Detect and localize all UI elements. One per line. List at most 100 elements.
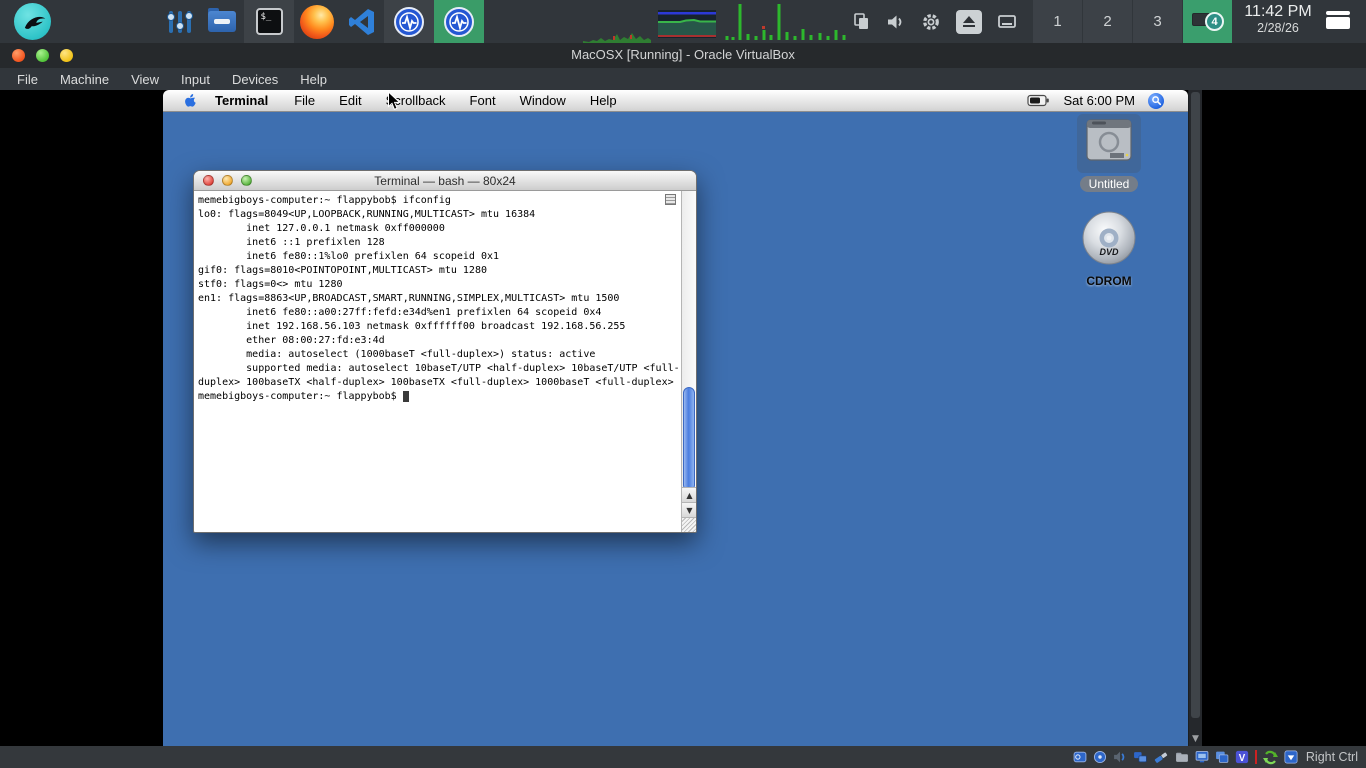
kde-panel: $_ (0, 0, 1366, 43)
virtual-desktop-pager: 1 2 3 4 (1032, 0, 1232, 43)
mac-menu-help[interactable]: Help (590, 93, 617, 108)
konsole-terminal-icon: $_ (256, 8, 283, 35)
taskbar-item-vm-window-active[interactable] (434, 0, 484, 43)
clock-time: 11:42 PM (1237, 3, 1319, 21)
svg-text:DVD: DVD (1099, 247, 1119, 257)
usb-status-icon[interactable] (1154, 750, 1169, 764)
optical-drives-status-icon[interactable] (1093, 750, 1107, 764)
virtualbox-titlebar[interactable]: MacOSX [Running] - Oracle VirtualBox (0, 43, 1366, 68)
volume-icon[interactable] (886, 13, 906, 31)
taskbar-item-vm-window[interactable] (384, 0, 434, 43)
audio-status-icon[interactable] (1113, 750, 1127, 764)
apple-logo-icon (183, 93, 197, 109)
apple-menu[interactable] (183, 93, 197, 109)
virtualbox-menubar: File Machine View Input Devices Help (0, 68, 1366, 90)
terminal-window: Terminal — bash — 80x24 memebigboys-comp… (193, 170, 697, 533)
terminal-scrollbar-thumb[interactable] (683, 387, 695, 491)
mouse-cursor (387, 91, 401, 116)
mac-menu-window[interactable]: Window (520, 93, 566, 108)
system-monitor-widgets (583, 0, 851, 43)
mac-desktop: Untitled (163, 112, 1188, 746)
desktop-icon-cdrom[interactable]: DVD CDROM (1071, 210, 1147, 290)
vbox-menu-machine[interactable]: Machine (49, 68, 120, 90)
scroll-up-button[interactable]: ▲ (682, 487, 696, 502)
mac-menu-edit[interactable]: Edit (339, 93, 361, 108)
dvd-disc-icon: DVD (1081, 210, 1137, 266)
taskbar-item-file-manager[interactable] (200, 0, 244, 43)
features-status-icon[interactable]: V (1235, 750, 1249, 764)
vbox-vertical-scrollbar[interactable]: ▼ (1188, 90, 1202, 746)
virtualbox-window-title: MacOSX [Running] - Oracle VirtualBox (0, 47, 1366, 62)
battery-menu-icon[interactable] (1027, 94, 1050, 107)
vbox-menu-input[interactable]: Input (170, 68, 221, 90)
spotlight-button[interactable] (1148, 93, 1164, 109)
vscode-icon (347, 7, 377, 37)
taskbar: $_ (160, 0, 484, 43)
distro-bird-icon (20, 9, 46, 35)
firefox-icon (300, 5, 334, 39)
scroll-down-button[interactable]: ▼ (682, 502, 696, 517)
mac-menu-file[interactable]: File (294, 93, 315, 108)
terminal-title: Terminal — bash — 80x24 (194, 174, 696, 188)
desktop-icon-label: Untitled (1080, 176, 1139, 192)
terminal-output-text: memebigboys-computer:~ flappybob$ ifconf… (194, 191, 681, 404)
statusbar-separator (1255, 750, 1257, 764)
system-tray: ▾ (852, 0, 1040, 43)
display-status-icon[interactable] (1195, 750, 1209, 764)
panel-clock[interactable]: 11:42 PM 2/28/26 (1237, 3, 1319, 36)
window-resize-grip[interactable] (682, 517, 696, 532)
svg-text:V: V (1239, 753, 1246, 764)
network-monitor-icon[interactable] (997, 13, 1017, 31)
recording-status-icon[interactable] (1215, 750, 1229, 764)
pager-desktop-3[interactable]: 3 (1132, 0, 1182, 43)
terminal-page-badge-icon (665, 194, 676, 205)
app-launcher-button[interactable] (14, 3, 51, 40)
vbox-menu-help[interactable]: Help (289, 68, 338, 90)
pager-desktop-1[interactable]: 1 (1032, 0, 1082, 43)
eject-icon (963, 16, 975, 23)
host-key-label: Right Ctrl (1306, 750, 1358, 764)
taskbar-item-audio-mixer[interactable] (160, 0, 200, 43)
keyboard-capture-status-icon[interactable] (1284, 750, 1298, 764)
audio-mixer-icon (167, 9, 193, 35)
settings-gear-icon[interactable] (921, 12, 941, 32)
taskbar-item-terminal[interactable]: $_ (244, 0, 294, 43)
hard-disks-status-icon[interactable] (1073, 750, 1087, 764)
clipboard-icon[interactable] (852, 12, 871, 31)
terminal-scrollbar[interactable]: ▲ ▼ (681, 191, 696, 532)
vbox-scrollbar-thumb[interactable] (1191, 92, 1200, 718)
desktop-icon-untitled[interactable]: Untitled (1071, 114, 1147, 193)
vbox-menu-devices[interactable]: Devices (221, 68, 289, 90)
mac-menubar-clock[interactable]: Sat 6:00 PM (1063, 93, 1135, 108)
mac-menu-font[interactable]: Font (470, 93, 496, 108)
desktop-icon-label: CDROM (1086, 274, 1131, 288)
network-status-icon[interactable] (1133, 750, 1148, 764)
show-desktop-icon (1326, 11, 1350, 15)
eject-device-button[interactable] (956, 10, 982, 34)
terminal-content[interactable]: memebigboys-computer:~ flappybob$ ifconf… (194, 191, 696, 532)
taskbar-item-firefox[interactable] (294, 0, 340, 43)
spotlight-magnifier-icon (1151, 95, 1162, 106)
hard-disk-icon (1083, 118, 1135, 164)
terminal-titlebar[interactable]: Terminal — bash — 80x24 (194, 171, 696, 191)
virtualbox-statusbar: V Right Ctrl (0, 746, 1366, 768)
vm-display-region: Terminal File Edit Scrollback Font Windo… (0, 90, 1366, 746)
pager-desktop-2[interactable]: 2 (1082, 0, 1132, 43)
vbox-menu-view[interactable]: View (120, 68, 170, 90)
vbox-menu-file[interactable]: File (6, 68, 49, 90)
pager-active-badge: 4 (1205, 12, 1224, 31)
network-history-graph[interactable] (723, 2, 851, 40)
mac-menu-app-name[interactable]: Terminal (215, 93, 268, 108)
show-desktop-button[interactable] (1326, 11, 1350, 31)
shared-folders-status-icon[interactable] (1175, 750, 1189, 764)
virtualbox-vm-icon (394, 7, 424, 37)
virtualbox-vm-icon (444, 7, 474, 37)
vbox-scroll-down-button[interactable]: ▼ (1189, 734, 1202, 744)
pager-desktop-4-active[interactable]: 4 (1182, 0, 1232, 43)
mouse-integration-status-icon[interactable] (1263, 750, 1278, 765)
clock-date: 2/28/26 (1237, 21, 1319, 35)
mac-menubar: Terminal File Edit Scrollback Font Windo… (163, 90, 1188, 112)
memory-graph[interactable] (658, 10, 716, 38)
cpu-history-graph[interactable] (583, 17, 651, 43)
taskbar-item-vscode[interactable] (340, 0, 384, 43)
